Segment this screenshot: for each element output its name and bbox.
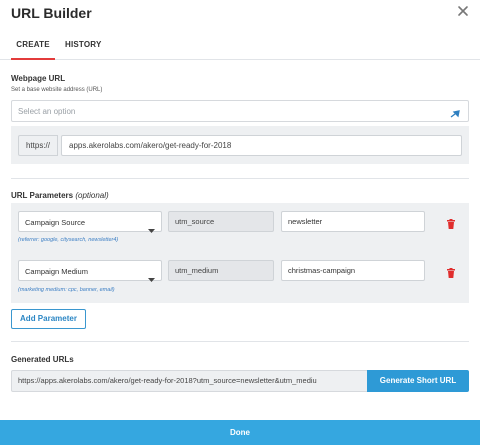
protocol-panel: https:// apps.akerolabs.com/akero/get-re…	[11, 126, 469, 164]
pin-icon	[450, 106, 461, 124]
generated-urls-label: Generated URLs	[11, 355, 74, 364]
param-dropdown-medium[interactable]: Campaign Medium	[18, 260, 162, 282]
tab-bar: CREATE HISTORY	[0, 38, 480, 60]
param-dropdown-value: Campaign Medium	[25, 267, 88, 276]
caret-down-icon	[148, 269, 155, 287]
dialog-title: URL Builder	[11, 5, 92, 21]
webpage-select[interactable]: Select an option	[11, 100, 469, 122]
url-parameters-optional: (optional)	[75, 191, 109, 200]
param-hint-source: (referrer: google, citysearch, newslette…	[18, 237, 119, 243]
done-button[interactable]: Done	[0, 420, 480, 445]
webpage-select-placeholder: Select an option	[18, 107, 76, 116]
protocol-box[interactable]: https://	[18, 135, 58, 156]
webpage-url-label: Webpage URL	[11, 74, 66, 83]
generate-short-url-button[interactable]: Generate Short URL	[367, 370, 469, 392]
webpage-url-input[interactable]: apps.akerolabs.com/akero/get-ready-for-2…	[61, 135, 462, 156]
tab-history[interactable]: HISTORY	[65, 40, 102, 49]
param-value-medium[interactable]: christmas-campaign	[281, 260, 425, 281]
url-parameters-label: URL Parameters (optional)	[11, 191, 109, 200]
param-key-medium: utm_medium	[168, 260, 274, 281]
param-dropdown-source[interactable]: Campaign Source	[18, 211, 162, 233]
param-key-source: utm_source	[168, 211, 274, 232]
param-dropdown-value: Campaign Source	[25, 218, 86, 227]
tab-create[interactable]: CREATE	[11, 40, 55, 60]
caret-down-icon	[148, 220, 155, 238]
trash-icon[interactable]	[447, 265, 455, 283]
param-hint-medium: (marketing medium: cpc, banner, email)	[18, 287, 115, 293]
add-parameter-button[interactable]: Add Parameter	[11, 309, 86, 329]
close-icon[interactable]	[456, 4, 470, 18]
url-parameters-title: URL Parameters	[11, 191, 74, 200]
param-value-source[interactable]: newsletter	[281, 211, 425, 232]
divider	[11, 341, 469, 342]
divider	[11, 178, 469, 179]
parameters-panel: Campaign Source utm_source newsletter (r…	[11, 203, 469, 303]
webpage-url-hint: Set a base website address (URL)	[11, 87, 103, 93]
trash-icon[interactable]	[447, 216, 455, 234]
generated-url-field[interactable]: https://apps.akerolabs.com/akero/get-rea…	[11, 370, 368, 392]
